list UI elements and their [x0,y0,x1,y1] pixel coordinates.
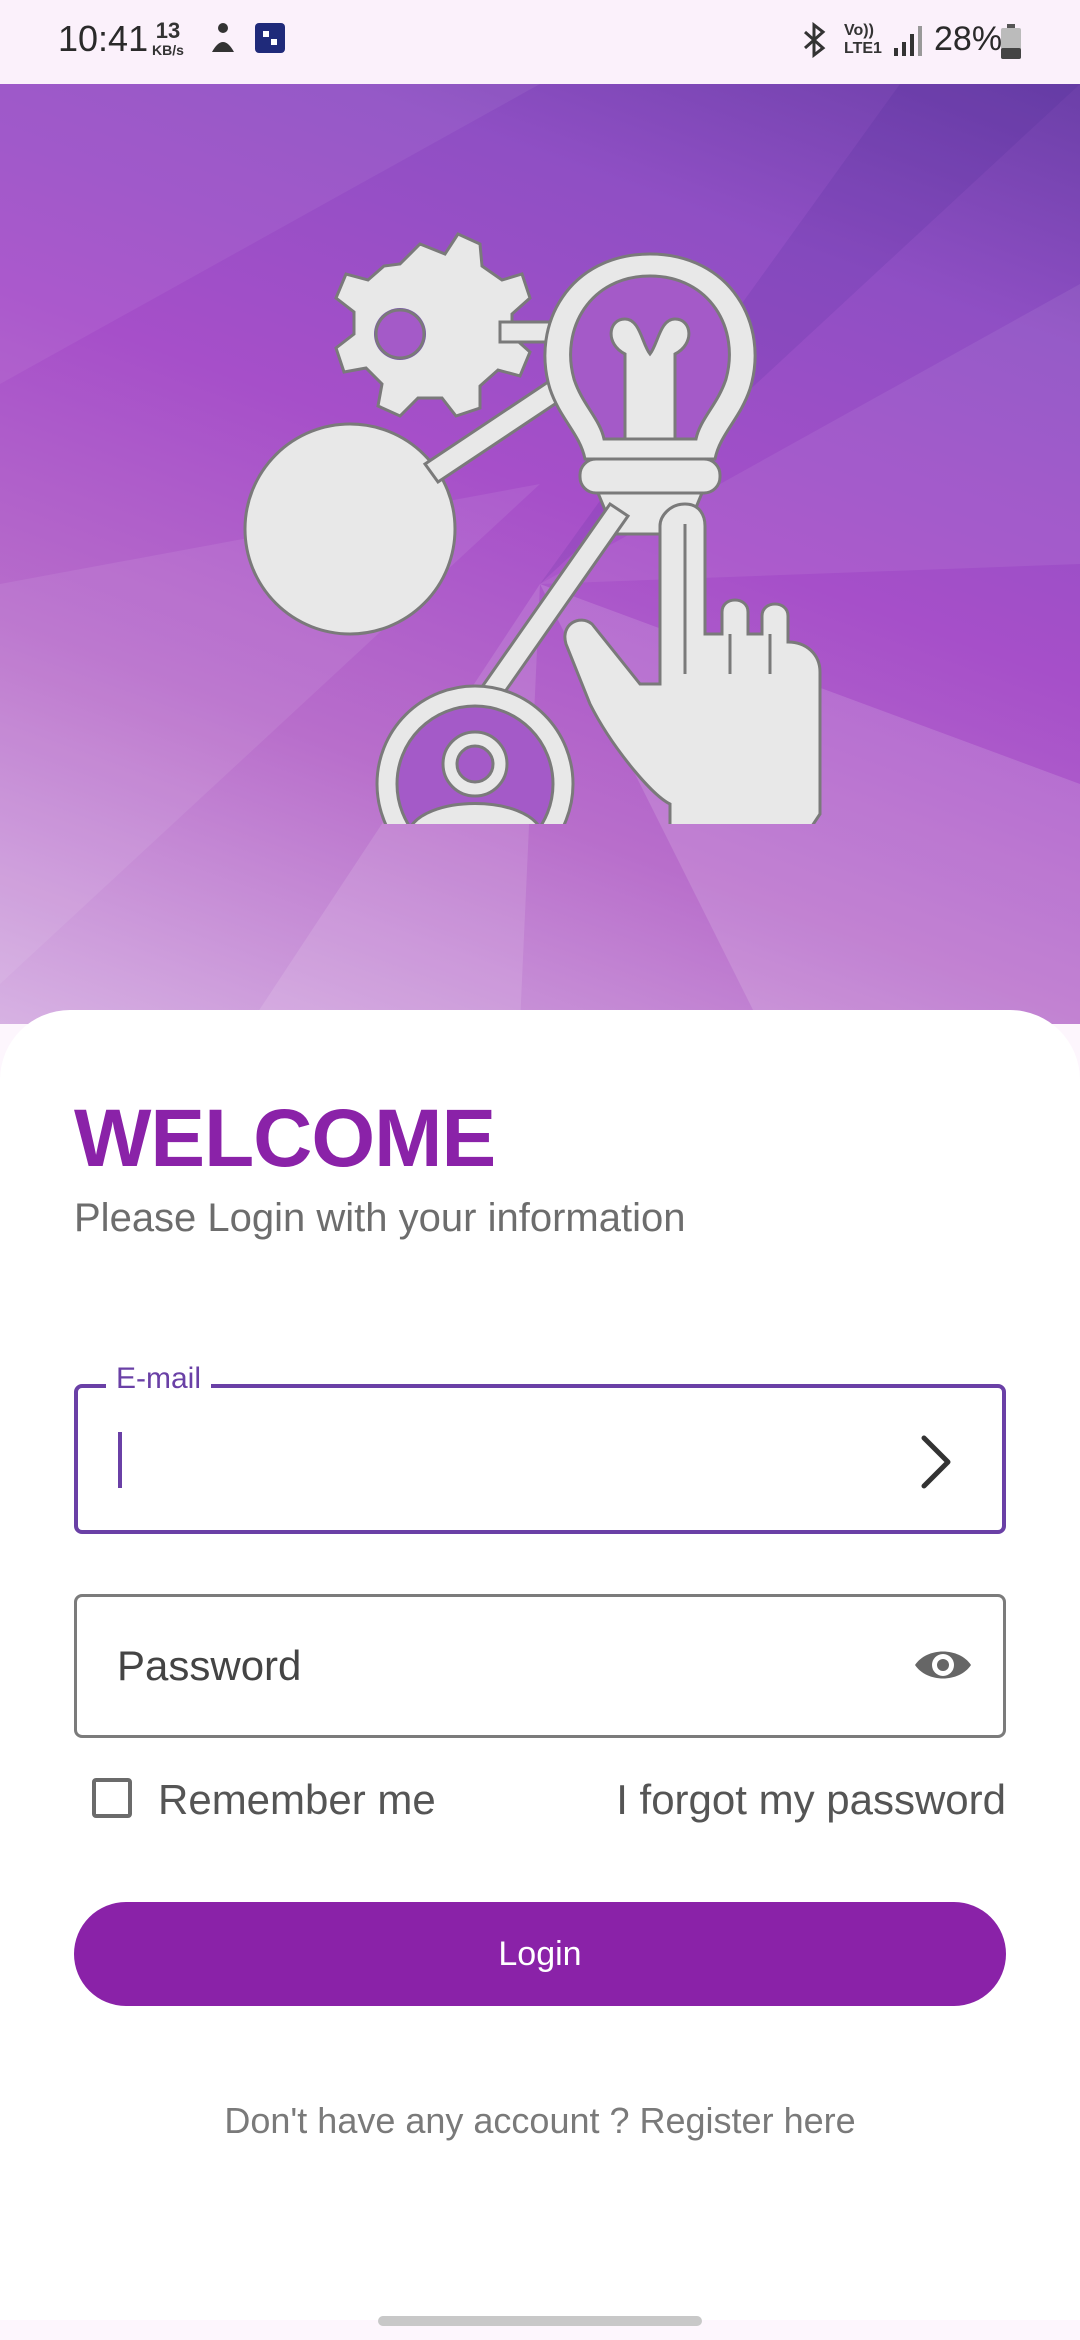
lte-label: LTE1 [844,40,882,57]
battery-icon [1001,24,1021,59]
hero-banner [0,84,1080,1024]
bluetooth-icon [804,22,826,58]
network-speed: 13 KB/s [152,18,184,59]
volte-indicator: Vo)) LTE1 [844,22,882,58]
password-placeholder[interactable]: Password [117,1597,301,1735]
signal-icon [894,26,922,56]
forgot-password-link[interactable]: I forgot my password [616,1776,1006,1824]
idea-network-hand-icon [243,232,822,824]
text-caret [118,1432,122,1488]
network-speed-value: 13 [155,18,181,43]
home-indicator[interactable] [378,2316,702,2326]
network-speed-unit: KB/s [152,42,184,58]
status-time: 10:41 [58,18,149,59]
chevron-right-icon[interactable] [918,1434,954,1490]
show-password-eye-icon[interactable] [913,1643,973,1687]
accessibility-icon [212,23,234,52]
email-field-label: E-mail [106,1362,212,1396]
register-link[interactable]: Don't have any account ? Register here [0,2100,1080,2142]
app-notification-icon [255,23,285,53]
welcome-title: WELCOME [74,1093,496,1184]
login-button[interactable]: Login [74,1902,1006,2006]
email-field[interactable]: E-mail [74,1362,1006,1534]
battery-percent: 28% [934,20,1003,58]
remember-me-label[interactable]: Remember me [158,1776,436,1824]
volte-label: Vo)) [844,22,874,39]
login-subtitle: Please Login with your information [74,1196,686,1240]
status-bar: 10:41 13 KB/s Vo)) LTE1 28% [0,0,1080,84]
remember-me-checkbox[interactable] [92,1778,132,1818]
password-field[interactable]: Password [74,1594,1006,1738]
